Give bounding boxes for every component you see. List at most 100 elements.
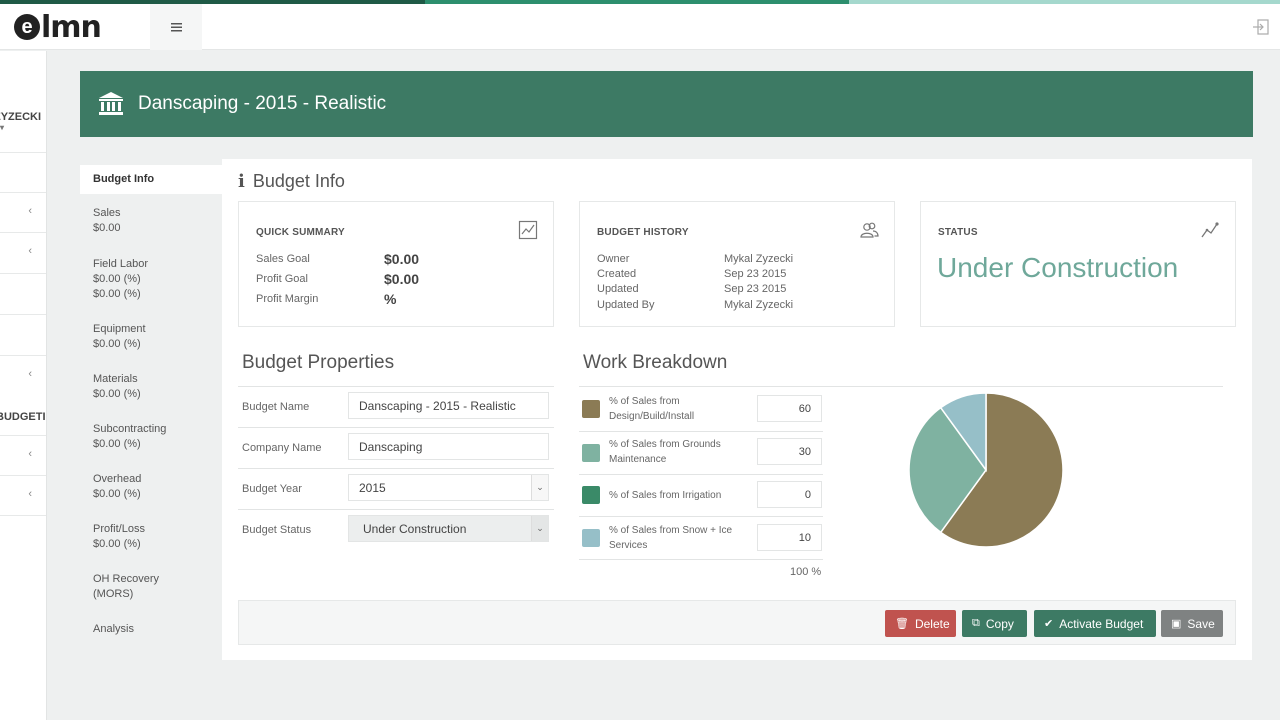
trash-icon: 🗑 xyxy=(895,618,909,630)
subnav-item-equipment[interactable]: Equipment $0.00 (%) xyxy=(80,314,222,360)
history-value: Sep 23 2015 xyxy=(724,268,787,280)
delete-button[interactable]: 🗑 Delete xyxy=(885,610,956,637)
budget-year-select[interactable]: 2015 ⌄ xyxy=(348,474,549,501)
subnav-label: Equipment xyxy=(93,323,146,335)
chevron-down-icon[interactable]: ⌄ xyxy=(531,475,548,500)
chevron-left-icon[interactable]: ‹ xyxy=(28,488,32,500)
legend-swatch xyxy=(582,400,600,418)
rail-user[interactable]: ZYZECKI ▾ xyxy=(0,111,46,132)
legend-swatch xyxy=(582,444,600,462)
summary-value: % xyxy=(384,291,397,307)
rail-row: ‹ xyxy=(0,435,46,473)
budget-history-card: BUDGET HISTORY Owner Mykal Zyzecki Creat… xyxy=(579,201,895,327)
card-title: STATUS xyxy=(938,227,978,238)
subnav-item-sales[interactable]: Sales $0.00 xyxy=(80,198,222,244)
work-breakdown-row: % of Sales from Grounds Maintenance 30 xyxy=(579,432,823,474)
sign-out-icon[interactable] xyxy=(1252,18,1270,36)
budget-status-select: Under Construction ⌄ xyxy=(348,515,549,542)
subnav-item-profit-loss[interactable]: Profit/Loss $0.00 (%) xyxy=(80,514,222,560)
activate-budget-button[interactable]: ✔ Activate Budget xyxy=(1034,610,1156,637)
rail-row: ‹ xyxy=(0,475,46,513)
summary-label: Sales Goal xyxy=(256,253,310,265)
subnav-value: $0.00 (%) xyxy=(93,388,141,400)
work-breakdown-row: % of Sales from Snow + Ice Services 10 xyxy=(579,517,823,559)
divider xyxy=(238,427,554,428)
work-breakdown-input[interactable]: 10 xyxy=(757,524,822,551)
subnav-value: $0.00 (%) xyxy=(93,288,141,300)
work-breakdown-label: % of Sales from Irrigation xyxy=(609,490,722,501)
subnav-value: $0.00 (%) xyxy=(93,338,141,350)
caret-down-icon: ▾ xyxy=(0,123,5,132)
subnav-value: $0.00 (%) xyxy=(93,488,141,500)
divider xyxy=(579,386,1223,387)
budget-properties-title: Budget Properties xyxy=(242,352,395,373)
subnav-label: Profit/Loss xyxy=(93,523,145,535)
subnav-item-field-labor[interactable]: Field Labor $0.00 (%) $0.00 (%) xyxy=(80,249,222,310)
subnav-item-oh-recovery[interactable]: OH Recovery (MORS) xyxy=(80,564,222,610)
page-title: Danscaping - 2015 - Realistic xyxy=(138,93,387,114)
work-breakdown-input[interactable]: 60 xyxy=(757,395,822,422)
chevron-left-icon[interactable]: ‹ xyxy=(28,448,32,460)
card-title: BUDGET HISTORY xyxy=(597,227,689,238)
divider xyxy=(238,386,554,387)
bank-icon xyxy=(99,92,123,115)
subnav-label: Materials xyxy=(93,373,138,385)
summary-label: Profit Goal xyxy=(256,273,308,285)
divider xyxy=(238,468,554,469)
status-value: Under Construction xyxy=(937,252,1179,283)
info-icon: i xyxy=(238,171,245,192)
company-name-input[interactable]: Danscaping xyxy=(348,433,549,460)
subnav-item-overhead[interactable]: Overhead $0.00 (%) xyxy=(80,464,222,510)
copy-icon: ⧉ xyxy=(972,617,980,629)
floppy-disk-icon: ▣ xyxy=(1171,618,1182,630)
rail-row xyxy=(0,152,46,190)
summary-label: Profit Margin xyxy=(256,293,319,305)
rail-row: ‹ xyxy=(0,355,46,393)
subnav-value: $0.00 xyxy=(93,222,121,234)
work-breakdown-input[interactable]: 0 xyxy=(757,481,822,508)
divider xyxy=(579,559,823,560)
panel-title-text: Budget Info xyxy=(252,171,345,191)
history-value: Mykal Zyzecki xyxy=(724,299,794,311)
lmn-logo[interactable]: e lmn xyxy=(14,8,102,46)
subnav-value: $0.00 (%) xyxy=(93,438,141,450)
status-card: STATUS Under Construction xyxy=(920,201,1236,327)
subnav-label: Analysis xyxy=(93,623,134,635)
legend-swatch xyxy=(582,486,600,504)
subnav-label: Field Labor xyxy=(93,258,149,270)
budget-name-input[interactable]: Danscaping - 2015 - Realistic xyxy=(348,392,549,419)
chevron-left-icon[interactable]: ‹ xyxy=(28,368,32,380)
legend-swatch xyxy=(582,529,600,547)
work-breakdown-row: % of Sales from Irrigation 0 xyxy=(579,475,823,517)
subnav-label: Budget Info xyxy=(93,173,155,185)
subnav-item-analysis[interactable]: Analysis xyxy=(80,614,222,645)
save-button[interactable]: ▣ Save xyxy=(1161,610,1223,637)
rail-user-name: ZYZECKI xyxy=(0,111,42,123)
budget-subnav: Budget Info Sales $0.00 Field Labor $0.00 … xyxy=(80,160,222,645)
work-breakdown-pie-chart xyxy=(908,392,1064,548)
chevron-left-icon[interactable]: ‹ xyxy=(28,205,32,217)
subnav-item-budget-info[interactable]: Budget Info xyxy=(80,165,222,194)
budget-status-label: Budget Status xyxy=(242,524,312,536)
page-header-banner: Danscaping - 2015 - Realistic xyxy=(80,71,1253,137)
chevron-left-icon[interactable]: ‹ xyxy=(28,245,32,257)
rail-row: ‹ xyxy=(0,192,46,230)
subnav-value: $0.00 (%) xyxy=(93,273,141,285)
subnav-item-subcontracting[interactable]: Subcontracting $0.00 (%) xyxy=(80,414,222,460)
history-label: Created xyxy=(597,268,637,280)
work-breakdown-input[interactable]: 30 xyxy=(757,438,822,465)
top-bar: e lmn xyxy=(0,4,1280,50)
summary-value: $0.00 xyxy=(384,271,420,287)
company-name-label: Company Name xyxy=(242,442,322,454)
subnav-item-materials[interactable]: Materials $0.00 (%) xyxy=(80,364,222,410)
work-breakdown-title: Work Breakdown xyxy=(583,352,728,373)
hamburger-menu-button[interactable] xyxy=(150,4,202,50)
rail-row xyxy=(0,515,46,553)
work-breakdown-row: % of Sales from Design/Build/Install 60 xyxy=(579,388,823,430)
card-title: QUICK SUMMARY xyxy=(256,227,345,238)
save-label: Save xyxy=(1187,616,1215,631)
subnav-value: (MORS) xyxy=(93,588,134,600)
history-label: Owner xyxy=(597,253,630,265)
copy-button[interactable]: ⧉ Copy xyxy=(962,610,1027,637)
trend-icon xyxy=(1201,222,1219,238)
